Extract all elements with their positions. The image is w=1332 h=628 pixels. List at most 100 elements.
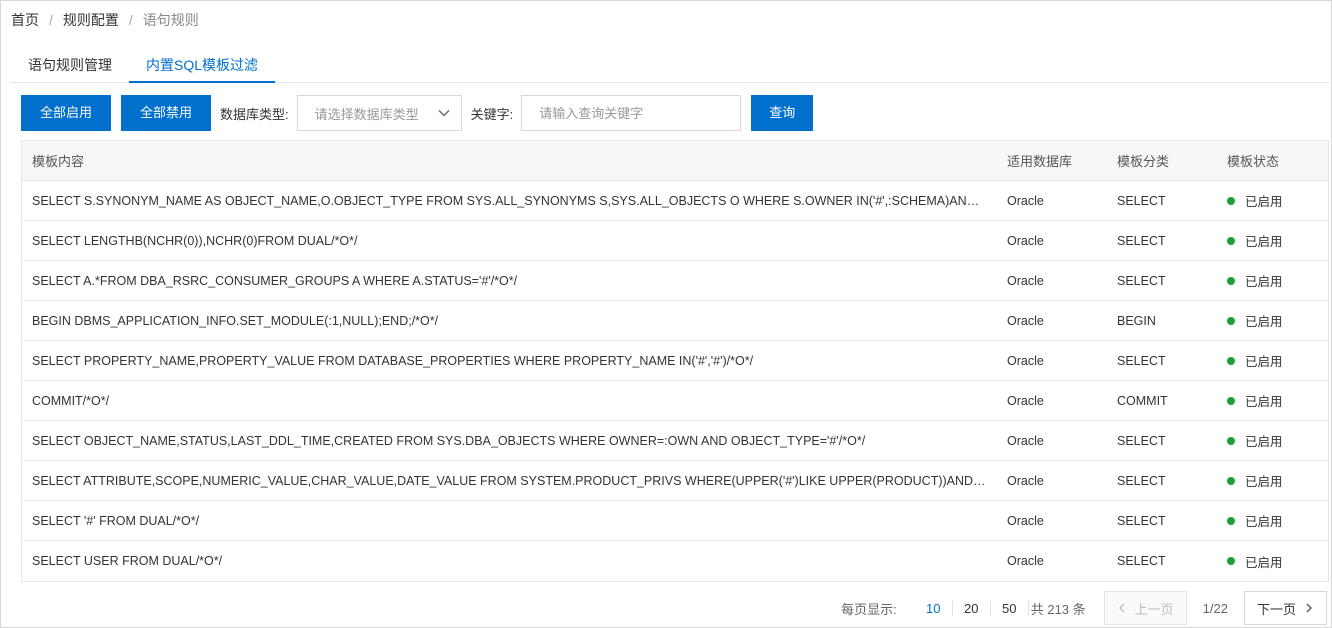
next-page-button[interactable]: 下一页 <box>1243 591 1327 625</box>
cell-applicable-db: Oracle <box>1007 273 1044 288</box>
prev-page-label: 上一页 <box>1134 601 1174 617</box>
table-row[interactable]: SELECT ATTRIBUTE,SCOPE,NUMERIC_VALUE,CHA… <box>22 461 1328 501</box>
cell-template-category: SELECT <box>1117 233 1166 248</box>
cell-template-category: SELECT <box>1117 353 1166 368</box>
toolbar: 全部启用 全部禁用 数据库类型: 请选择数据库类型 关键字: 查询 <box>21 95 814 131</box>
status-label: 已启用 <box>1245 395 1283 409</box>
prev-page-button[interactable]: 上一页 <box>1103 591 1187 625</box>
status-label: 已启用 <box>1245 555 1283 570</box>
table-row[interactable]: SELECT S.SYNONYM_NAME AS OBJECT_NAME,O.O… <box>22 181 1328 221</box>
page-indicator: 1/22 <box>1202 600 1228 616</box>
table-header: 模板内容 适用数据库 模板分类 模板状态 <box>22 141 1328 181</box>
cell-applicable-db: Oracle <box>1007 393 1044 408</box>
page-size-50[interactable]: 50 <box>991 600 1029 616</box>
chevron-left-icon <box>1118 603 1125 613</box>
status-label: 已启用 <box>1245 355 1283 369</box>
table-row[interactable]: SELECT LENGTHB(NCHR(0)),NCHR(0)FROM DUAL… <box>22 221 1328 261</box>
tab-statement-rule-management[interactable]: 语句规则管理 <box>11 47 129 83</box>
status-label: 已启用 <box>1245 435 1283 449</box>
table-row[interactable]: SELECT '#' FROM DUAL/*O*/ Oracle SELECT 已启用 <box>22 501 1328 541</box>
status-dot-icon <box>1227 276 1235 285</box>
breadcrumb-current: 语句规则 <box>142 12 199 28</box>
table-row[interactable]: SELECT USER FROM DUAL/*O*/ Oracle SELECT 已启… <box>22 541 1328 581</box>
cell-template-category: BEGIN <box>1117 313 1156 328</box>
page-size-20[interactable]: 20 <box>953 600 991 616</box>
status-label: 已启用 <box>1245 475 1283 489</box>
cell-template-content: SELECT LENGTHB(NCHR(0)),NCHR(0)FROM DUAL… <box>32 233 358 248</box>
cell-template-content: SELECT A.*FROM DBA_RSRC_CONSUMER_GROUPS … <box>32 273 518 288</box>
status-dot-icon <box>1227 476 1235 485</box>
total-count: 共 213 条 <box>1030 601 1086 617</box>
status-dot-icon <box>1227 396 1235 405</box>
table-row[interactable]: SELECT A.*FROM DBA_RSRC_CONSUMER_GROUPS … <box>22 261 1328 301</box>
status-dot-icon <box>1227 316 1235 325</box>
status-label: 已启用 <box>1245 275 1283 289</box>
cell-template-content: SELECT OBJECT_NAME,STATUS,LAST_DDL_TIME,… <box>32 433 866 448</box>
table-row[interactable]: BEGIN DBMS_APPLICATION_INFO.SET_MODULE(:… <box>22 301 1328 341</box>
chevron-right-icon <box>1306 603 1312 613</box>
disable-all-button[interactable]: 全部禁用 <box>121 95 212 131</box>
cell-template-status: 已启用 <box>1217 391 1327 410</box>
cell-template-content: COMMIT/*O*/ <box>32 393 110 408</box>
breadcrumb-separator: / <box>49 12 53 28</box>
status-label: 已启用 <box>1245 315 1283 329</box>
status-dot-icon <box>1227 356 1235 365</box>
db-type-select[interactable]: 请选择数据库类型 <box>296 95 462 131</box>
status-dot-icon <box>1227 516 1235 525</box>
cell-template-content: SELECT PROPERTY_NAME,PROPERTY_VALUE FROM… <box>32 353 754 368</box>
db-type-placeholder: 请选择数据库类型 <box>314 106 419 122</box>
enable-all-button[interactable]: 全部启用 <box>21 95 112 131</box>
per-page-label: 每页显示: <box>841 601 897 617</box>
page-frame: 首页 / 规则配置 / 语句规则 语句规则管理 内置SQL模板过滤 全部启用 全… <box>0 0 1332 628</box>
tab-bar: 语句规则管理 内置SQL模板过滤 <box>11 47 1329 83</box>
cell-applicable-db: Oracle <box>1007 554 1044 568</box>
table-row[interactable]: SELECT OBJECT_NAME,STATUS,LAST_DDL_TIME,… <box>22 421 1328 461</box>
cell-applicable-db: Oracle <box>1007 513 1044 528</box>
cell-template-category: SELECT <box>1117 473 1166 488</box>
cell-template-status: 已启用 <box>1217 311 1327 330</box>
table-body: SELECT S.SYNONYM_NAME AS OBJECT_NAME,O.O… <box>22 181 1328 581</box>
table-row[interactable]: SELECT PROPERTY_NAME,PROPERTY_VALUE FROM… <box>22 341 1328 381</box>
status-dot-icon <box>1227 557 1235 565</box>
breadcrumb-separator: / <box>128 12 133 28</box>
breadcrumb-rule-config[interactable]: 规则配置 <box>63 10 119 30</box>
cell-template-status: 已启用 <box>1217 552 1327 571</box>
pagination: 每页显示: 10 20 50 共 213 条 上一页 1/22 下一页 <box>841 591 1327 625</box>
cell-template-content: SELECT S.SYNONYM_NAME AS OBJECT_NAME,O.O… <box>32 193 997 208</box>
cell-template-category: SELECT <box>1117 193 1166 208</box>
cell-template-content: SELECT USER FROM DUAL/*O*/ <box>32 554 223 568</box>
cell-template-status: 已启用 <box>1217 191 1327 210</box>
cell-template-status: 已启用 <box>1217 231 1327 250</box>
cell-template-content: SELECT '#' FROM DUAL/*O*/ <box>32 513 200 528</box>
cell-applicable-db: Oracle <box>1007 433 1044 448</box>
header-template-content: 模板内容 <box>32 154 85 169</box>
tab-builtin-sql-template-filter[interactable]: 内置SQL模板过滤 <box>129 47 276 83</box>
header-template-category: 模板分类 <box>1117 154 1170 169</box>
cell-template-content: BEGIN DBMS_APPLICATION_INFO.SET_MODULE(:… <box>32 313 439 328</box>
cell-template-status: 已启用 <box>1217 271 1327 290</box>
cell-template-category: SELECT <box>1117 513 1166 528</box>
status-dot-icon <box>1227 436 1235 445</box>
cell-applicable-db: Oracle <box>1007 473 1044 488</box>
cell-template-status: 已启用 <box>1217 431 1327 450</box>
status-label: 已启用 <box>1245 235 1283 249</box>
query-button[interactable]: 查询 <box>751 95 814 131</box>
db-type-label: 数据库类型: <box>220 106 289 122</box>
table-row[interactable]: COMMIT/*O*/ Oracle COMMIT 已启用 <box>22 381 1328 421</box>
keyword-label: 关键字: <box>470 106 514 122</box>
status-dot-icon <box>1227 236 1235 245</box>
breadcrumb: 首页 / 规则配置 / 语句规则 <box>11 10 199 30</box>
cell-template-content: SELECT ATTRIBUTE,SCOPE,NUMERIC_VALUE,CHA… <box>32 473 997 488</box>
breadcrumb-home[interactable]: 首页 <box>11 10 39 30</box>
header-template-status: 模板状态 <box>1227 154 1280 169</box>
header-applicable-db: 适用数据库 <box>1007 154 1073 169</box>
cell-applicable-db: Oracle <box>1007 233 1044 248</box>
cell-applicable-db: Oracle <box>1007 193 1044 208</box>
keyword-input[interactable] <box>521 95 742 131</box>
status-label: 已启用 <box>1245 515 1283 529</box>
cell-template-status: 已启用 <box>1217 351 1327 370</box>
cell-template-category: COMMIT <box>1117 393 1168 408</box>
page-size-10[interactable]: 10 <box>915 600 953 616</box>
cell-template-status: 已启用 <box>1217 471 1327 490</box>
status-label: 已启用 <box>1245 195 1283 209</box>
